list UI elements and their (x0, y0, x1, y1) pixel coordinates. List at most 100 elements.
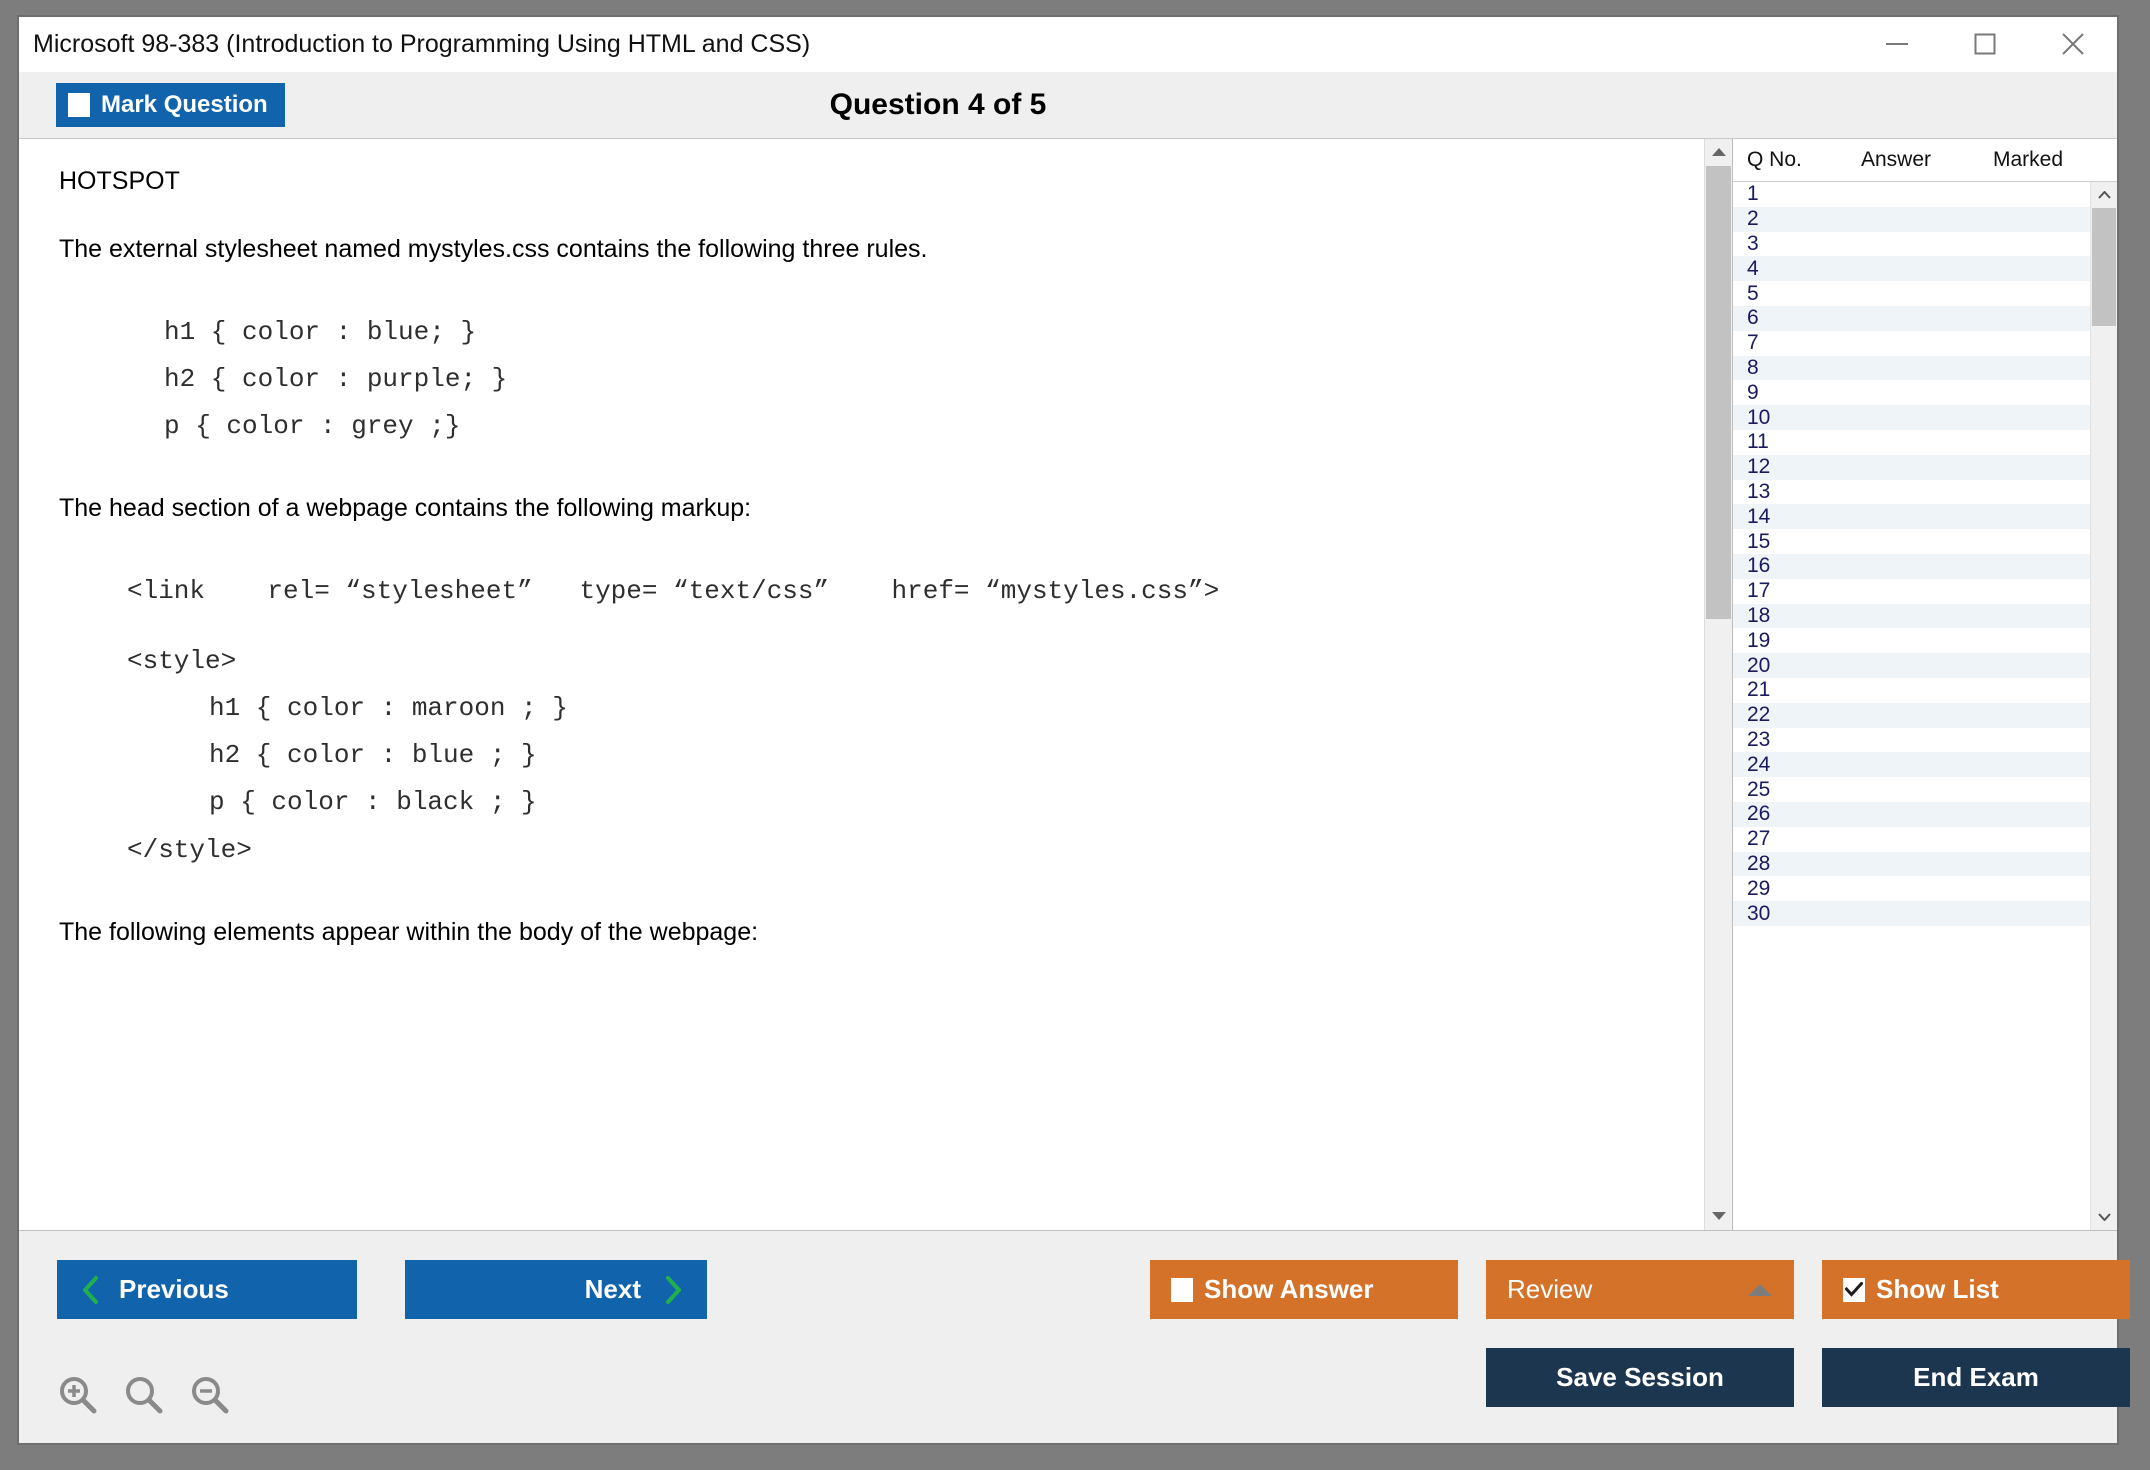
show-answer-button[interactable]: Show Answer (1150, 1260, 1458, 1319)
cell-qno: 15 (1733, 530, 1861, 554)
review-dropdown[interactable]: Review (1486, 1260, 1794, 1319)
chevron-up-icon (2098, 186, 2111, 204)
show-answer-label: Show Answer (1204, 1274, 1374, 1305)
page-title: Question 4 of 5 (19, 88, 2117, 122)
link-markup-line: <link rel= “stylesheet” type= “text/css”… (127, 568, 1674, 615)
column-header-marked: Marked (1993, 148, 2117, 172)
table-row[interactable]: 19 (1733, 628, 2090, 653)
table-row[interactable]: 21 (1733, 678, 2090, 703)
table-row[interactable]: 18 (1733, 604, 2090, 629)
screen: Microsoft 98-383 (Introduction to Progra… (0, 0, 2150, 1470)
table-row[interactable]: 5 (1733, 281, 2090, 306)
content-scroll-thumb[interactable] (1706, 166, 1731, 619)
chevron-right-icon (663, 1275, 683, 1305)
show-list-button[interactable]: Show List (1822, 1260, 2130, 1319)
show-answer-checkbox[interactable] (1171, 1278, 1193, 1302)
cell-qno: 29 (1733, 877, 1861, 901)
maximize-icon (1973, 32, 1997, 56)
save-session-label: Save Session (1556, 1362, 1724, 1393)
mark-question-checkbox[interactable] (68, 93, 90, 117)
show-list-label: Show List (1876, 1274, 1999, 1305)
cell-qno: 19 (1733, 629, 1861, 653)
table-row[interactable]: 1 (1733, 182, 2090, 207)
table-row[interactable]: 17 (1733, 579, 2090, 604)
previous-button[interactable]: Previous (57, 1260, 357, 1319)
spacer (59, 450, 1674, 492)
cell-qno: 9 (1733, 381, 1861, 405)
close-icon (2059, 30, 2087, 58)
table-row[interactable]: 16 (1733, 554, 2090, 579)
cell-qno: 12 (1733, 455, 1861, 479)
scroll-down-button[interactable] (1705, 1203, 1732, 1230)
content-scrollbar[interactable] (1704, 139, 1732, 1230)
cell-qno: 11 (1733, 430, 1861, 454)
show-list-checkbox[interactable] (1843, 1278, 1865, 1302)
table-row[interactable]: 7 (1733, 331, 2090, 356)
list-scroll-thumb[interactable] (2092, 208, 2116, 326)
cell-qno: 2 (1733, 207, 1861, 231)
table-row[interactable]: 10 (1733, 405, 2090, 430)
cell-qno: 5 (1733, 282, 1861, 306)
table-row[interactable]: 6 (1733, 306, 2090, 331)
cell-qno: 23 (1733, 728, 1861, 752)
list-scroll-up-button[interactable] (2091, 182, 2117, 208)
previous-label: Previous (119, 1274, 229, 1305)
zoom-in-icon[interactable] (57, 1374, 99, 1421)
style-rule-2: h2 { color : blue ; } (209, 732, 1674, 779)
spacer (59, 526, 1674, 568)
table-row[interactable]: 4 (1733, 256, 2090, 281)
table-row[interactable]: 8 (1733, 356, 2090, 381)
table-row[interactable]: 30 (1733, 901, 2090, 926)
table-row[interactable]: 11 (1733, 430, 2090, 455)
table-row[interactable]: 3 (1733, 232, 2090, 257)
table-row[interactable]: 28 (1733, 852, 2090, 877)
next-button[interactable]: Next (405, 1260, 707, 1319)
question-list-scrollbar[interactable] (2090, 182, 2117, 1230)
table-row[interactable]: 2 (1733, 207, 2090, 232)
end-exam-label: End Exam (1913, 1362, 2039, 1393)
exam-window: Microsoft 98-383 (Introduction to Progra… (17, 15, 2119, 1445)
zoom-reset-icon[interactable] (123, 1374, 165, 1421)
table-row[interactable]: 15 (1733, 529, 2090, 554)
css-rule-2: h2 { color : purple; } (164, 356, 1674, 403)
question-list-body: 1234567891011121314151617181920212223242… (1733, 182, 2117, 1230)
style-rule-3: p { color : black ; } (209, 779, 1674, 826)
cell-qno: 17 (1733, 579, 1861, 603)
zoom-out-icon[interactable] (189, 1374, 231, 1421)
table-row[interactable]: 12 (1733, 455, 2090, 480)
review-label: Review (1507, 1274, 1592, 1305)
cell-qno: 27 (1733, 827, 1861, 851)
cell-qno: 25 (1733, 778, 1861, 802)
table-row[interactable]: 20 (1733, 653, 2090, 678)
table-row[interactable]: 24 (1733, 752, 2090, 777)
table-row[interactable]: 13 (1733, 480, 2090, 505)
table-row[interactable]: 22 (1733, 703, 2090, 728)
table-row[interactable]: 25 (1733, 777, 2090, 802)
save-session-button[interactable]: Save Session (1486, 1348, 1794, 1407)
minimize-button[interactable] (1853, 17, 1941, 71)
css-rule-1: h1 { color : blue; } (164, 309, 1674, 356)
intro-text: The external stylesheet named mystyles.c… (59, 233, 1674, 267)
maximize-button[interactable] (1941, 17, 2029, 71)
table-row[interactable]: 26 (1733, 802, 2090, 827)
column-header-answer: Answer (1861, 148, 1993, 172)
scroll-up-button[interactable] (1705, 139, 1732, 166)
close-button[interactable] (2029, 17, 2117, 71)
chevron-up-icon (1712, 144, 1726, 162)
cell-qno: 26 (1733, 802, 1861, 826)
table-row[interactable]: 9 (1733, 380, 2090, 405)
cell-qno: 4 (1733, 257, 1861, 281)
mark-question-button[interactable]: Mark Question (56, 83, 285, 127)
table-row[interactable]: 14 (1733, 504, 2090, 529)
end-exam-button[interactable]: End Exam (1822, 1348, 2130, 1407)
list-scroll-down-button[interactable] (2091, 1204, 2117, 1230)
table-row[interactable]: 23 (1733, 728, 2090, 753)
table-row[interactable]: 29 (1733, 876, 2090, 901)
cell-qno: 22 (1733, 703, 1861, 727)
cell-qno: 16 (1733, 554, 1861, 578)
zoom-controls (57, 1374, 231, 1421)
cell-qno: 18 (1733, 604, 1861, 628)
table-row[interactable]: 27 (1733, 827, 2090, 852)
cell-qno: 28 (1733, 852, 1861, 876)
spacer (59, 616, 1674, 638)
